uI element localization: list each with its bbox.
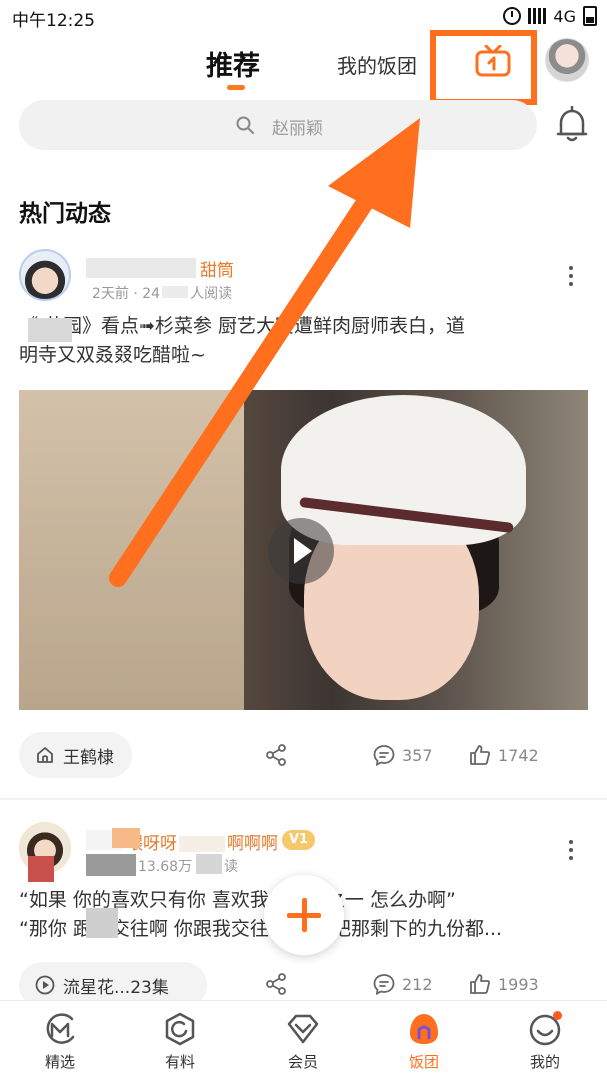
- post-text-line: 明寺又双叒叕吃醋啦~: [19, 344, 206, 366]
- post-text-line: 《 花园》看点➟杉菜参 厨艺大赛遭鲜肉厨师表白，道: [19, 315, 466, 337]
- thumbs-up-icon: [470, 745, 490, 765]
- like-count: 1993: [498, 974, 539, 994]
- nav-item-jingxuan[interactable]: 精选: [10, 1001, 110, 1080]
- more-options-icon[interactable]: [568, 266, 574, 288]
- topic-tag[interactable]: 王鹤棣: [19, 732, 132, 778]
- status-icons: 4G: [503, 6, 597, 26]
- comment-count: 357: [402, 745, 433, 765]
- diamond-icon: [287, 1014, 319, 1044]
- blurred-block: [86, 854, 136, 876]
- nav-label: 精选: [44, 1053, 75, 1071]
- post-meta: 2天前 · 24 人阅读: [92, 286, 233, 302]
- comment-button[interactable]: 212: [372, 972, 433, 996]
- user-avatar[interactable]: [545, 38, 589, 82]
- blurred-text: [28, 318, 72, 342]
- like-button[interactable]: 1742: [468, 743, 539, 767]
- play-circle-icon: [35, 975, 55, 995]
- post-divider: [0, 798, 607, 800]
- search-icon: [236, 116, 254, 134]
- video-background: [19, 390, 244, 710]
- share-button[interactable]: [264, 743, 288, 767]
- post-author-name[interactable]: 甜筒: [200, 256, 234, 281]
- topic-tag-label: 流星花...23集: [63, 977, 169, 998]
- blurred-block: [196, 854, 222, 874]
- comment-icon: [373, 974, 395, 996]
- bell-icon[interactable]: [555, 106, 589, 144]
- signal-icon: [528, 8, 547, 24]
- tab-recommend[interactable]: 推荐: [206, 44, 260, 83]
- nav-item-fantuan[interactable]: 饭团: [374, 1001, 474, 1080]
- blurred-block: [28, 856, 54, 882]
- network-label: 4G: [553, 6, 576, 26]
- comment-button[interactable]: 357: [372, 743, 433, 767]
- like-button[interactable]: 1993: [468, 972, 539, 996]
- fantuan-icon: [410, 1014, 438, 1044]
- share-button[interactable]: [264, 972, 288, 996]
- add-post-button[interactable]: [264, 875, 344, 955]
- status-bar: 中午12:25 4G: [0, 0, 607, 34]
- nav-label: 饭团: [408, 1053, 439, 1071]
- comment-icon: [373, 745, 395, 767]
- nav-label: 有料: [164, 1053, 195, 1071]
- search-placeholder: 赵丽颖: [272, 119, 323, 139]
- more-options-icon[interactable]: [568, 840, 574, 862]
- tv-icon[interactable]: [475, 45, 511, 77]
- bottom-nav: 精选 有料 会员 饭团 我的: [0, 1000, 607, 1080]
- post-text[interactable]: 《 花园》看点➟杉菜参 厨艺大赛遭鲜肉厨师表白，道 明寺又双叒叕吃醋啦~: [19, 312, 589, 370]
- like-count: 1742: [498, 745, 539, 765]
- play-button[interactable]: [268, 518, 334, 584]
- active-tab-indicator: [227, 85, 245, 90]
- nav-item-huiyuan[interactable]: 会员: [253, 1001, 353, 1080]
- post-meta: 13.68万: [138, 859, 193, 875]
- share-icon: [266, 744, 286, 766]
- tab-my-fantuan[interactable]: 我的饭团: [337, 50, 417, 79]
- blurred-text: [86, 908, 118, 938]
- circle-face-icon: [165, 1012, 195, 1046]
- battery-icon: [583, 6, 597, 26]
- post-author-name[interactable]: 喂呀呀 啊啊啊: [126, 829, 278, 854]
- blurred-block: [112, 828, 140, 848]
- post-meta-suffix: 读: [224, 859, 238, 875]
- blurred-username: [86, 258, 196, 278]
- post-author-avatar[interactable]: [19, 249, 71, 301]
- nav-item-youliao[interactable]: 有料: [130, 1001, 230, 1080]
- nav-label: 我的: [529, 1053, 560, 1071]
- share-icon: [266, 973, 286, 995]
- m-logo-icon: [46, 1013, 75, 1044]
- alarm-icon: [503, 7, 522, 25]
- thumbs-up-icon: [470, 974, 490, 994]
- house-icon: [37, 747, 53, 763]
- topic-tag-label: 王鹤棣: [63, 747, 114, 768]
- status-time: 中午12:25: [12, 11, 95, 31]
- section-title: 热门动态: [19, 201, 111, 227]
- comment-count: 212: [402, 974, 433, 994]
- nav-item-wode[interactable]: 我的: [495, 1001, 595, 1080]
- nav-label: 会员: [287, 1053, 318, 1071]
- vip-badge: V1: [282, 830, 316, 850]
- notification-dot: [553, 1011, 562, 1020]
